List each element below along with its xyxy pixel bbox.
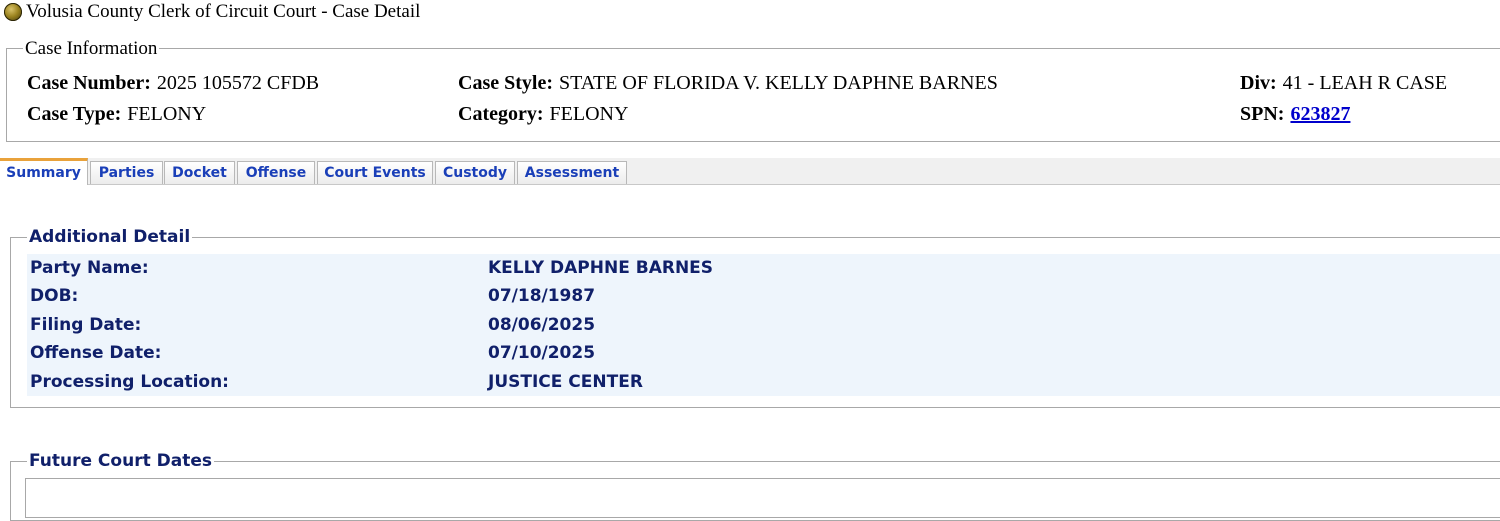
tab-bar: Summary Parties Docket Offense Court Eve… <box>0 158 1500 185</box>
filing-date-value: 08/06/2025 <box>488 315 596 335</box>
additional-detail-legend: Additional Detail <box>27 227 193 247</box>
division-field: Div: 41 - LEAH R CASE <box>1240 71 1447 95</box>
case-number-value: 2025 105572 CFDB <box>156 72 320 94</box>
case-type-value: FELONY <box>127 103 207 125</box>
filing-date-label: Filing Date: <box>30 315 142 335</box>
tab-assessment[interactable]: Assessment <box>517 161 627 184</box>
detail-row-processing-location: Processing Location: JUSTICE CENTER <box>27 368 1500 396</box>
dob-label: DOB: <box>30 286 79 306</box>
offense-date-label: Offense Date: <box>30 343 162 363</box>
detail-row-filing-date: Filing Date: 08/06/2025 <box>27 311 1500 339</box>
page-title-text: Volusia County Clerk of Circuit Court - … <box>26 1 421 22</box>
case-style-label: Case Style: <box>458 72 553 94</box>
gold-orb-icon <box>4 3 22 21</box>
future-court-dates-table <box>25 478 1500 518</box>
page-title: Volusia County Clerk of Circuit Court - … <box>4 1 420 23</box>
dob-value: 07/18/1987 <box>488 286 596 306</box>
processing-location-label: Processing Location: <box>30 372 229 392</box>
tab-offense[interactable]: Offense <box>237 161 315 184</box>
case-style-value: STATE OF FLORIDA V. KELLY DAPHNE BARNES <box>558 72 998 94</box>
additional-detail-table: Party Name: KELLY DAPHNE BARNES DOB: 07/… <box>27 254 1500 396</box>
party-name-label: Party Name: <box>30 258 149 278</box>
future-court-dates-panel: Future Court Dates <box>10 451 1500 521</box>
case-type-label: Case Type: <box>27 103 122 125</box>
spn-label: SPN: <box>1240 103 1285 125</box>
detail-row-offense-date: Offense Date: 07/10/2025 <box>27 339 1500 367</box>
tab-summary[interactable]: Summary <box>0 158 88 185</box>
case-information-legend: Case Information <box>23 38 160 60</box>
case-style-field: Case Style: STATE OF FLORIDA V. KELLY DAP… <box>458 71 998 95</box>
additional-detail-panel: Additional Detail Party Name: KELLY DAPH… <box>10 227 1500 408</box>
tab-court-events[interactable]: Court Events <box>317 161 433 184</box>
detail-row-dob: DOB: 07/18/1987 <box>27 282 1500 310</box>
spn-link[interactable]: 623827 <box>1290 103 1350 125</box>
division-label: Div: <box>1240 72 1277 94</box>
case-number-field: Case Number: 2025 105572 CFDB <box>27 71 319 95</box>
spn-field: SPN: 623827 <box>1240 102 1350 126</box>
case-type-field: Case Type: FELONY <box>27 102 206 126</box>
category-value: FELONY <box>549 103 629 125</box>
case-number-label: Case Number: <box>27 72 151 94</box>
offense-date-value: 07/10/2025 <box>488 343 596 363</box>
processing-location-value: JUSTICE CENTER <box>488 372 643 392</box>
party-name-value: KELLY DAPHNE BARNES <box>488 258 714 278</box>
future-court-dates-legend: Future Court Dates <box>27 451 214 471</box>
detail-row-party-name: Party Name: KELLY DAPHNE BARNES <box>27 254 1500 282</box>
category-label: Category: <box>458 103 544 125</box>
tab-parties[interactable]: Parties <box>90 161 163 184</box>
tab-docket[interactable]: Docket <box>164 161 235 184</box>
tab-custody[interactable]: Custody <box>435 161 515 184</box>
category-field: Category: FELONY <box>458 102 628 126</box>
division-value: 41 - LEAH R CASE <box>1282 72 1448 94</box>
case-information-panel: Case Information Case Number: 2025 105572… <box>6 38 1500 142</box>
